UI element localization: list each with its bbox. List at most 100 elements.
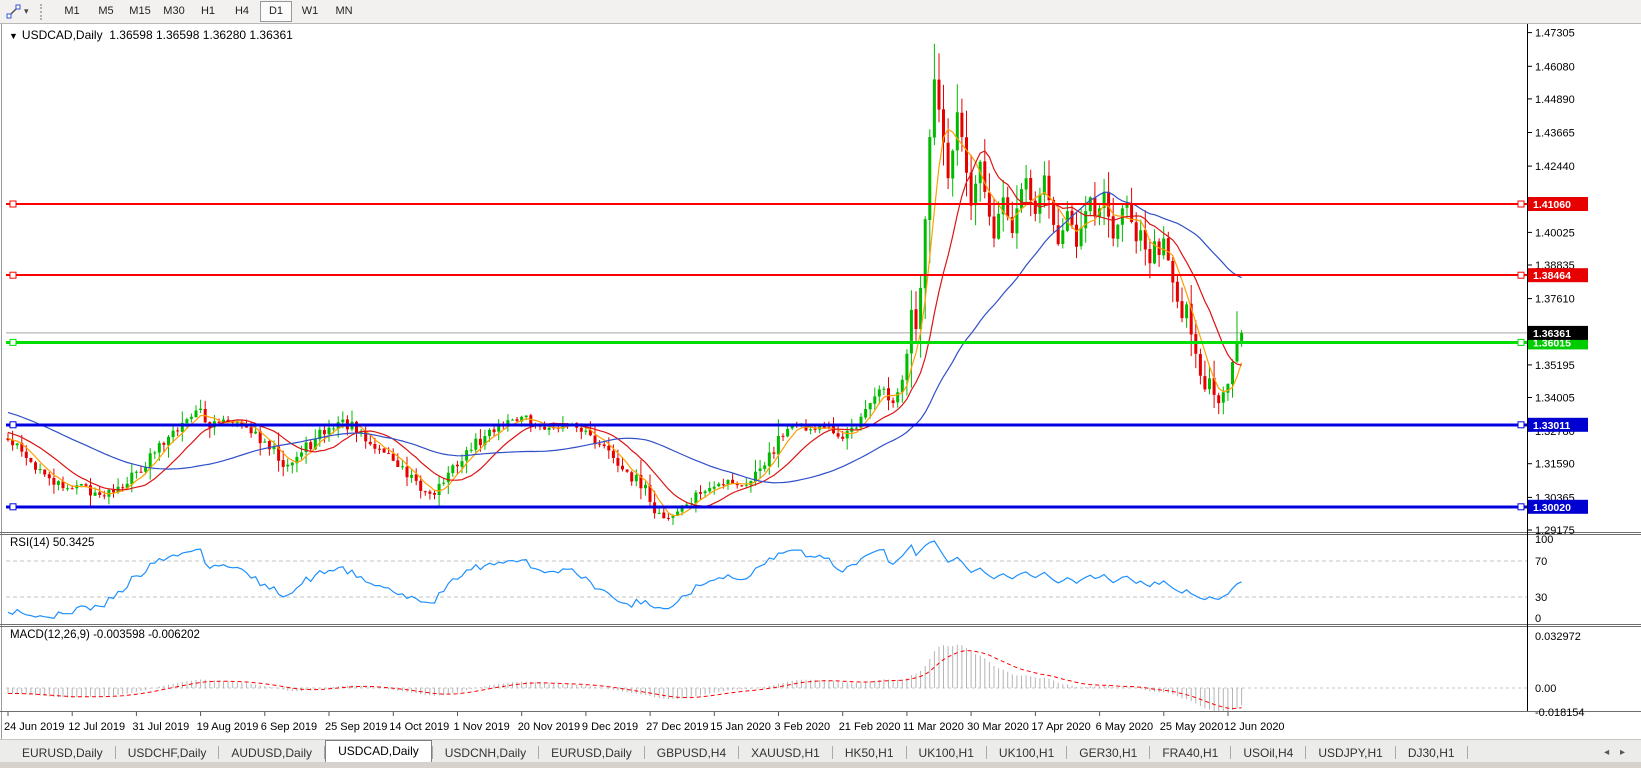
tab-UK100-H1[interactable]: UK100,H1 [907, 743, 986, 763]
trading-platform-window: { "toolbar": { "timeframes": ["M1","M5",… [0, 0, 1641, 768]
date-label: 30 Mar 2020 [967, 721, 1029, 733]
timeframe-button-MN[interactable]: MN [328, 1, 360, 22]
timeframe-button-H4[interactable]: H4 [226, 1, 258, 22]
tab-USOil-H4[interactable]: USOil,H4 [1231, 743, 1305, 763]
date-label: 24 Jun 2019 [4, 721, 65, 733]
tool-dropdown-arrow-icon[interactable]: ▾ [24, 6, 36, 17]
price-tick-label: 1.46080 [1535, 61, 1575, 73]
date-label: 3 Feb 2020 [775, 721, 831, 733]
hline-handle[interactable] [1517, 271, 1525, 279]
hline-handle[interactable] [9, 338, 17, 346]
tab-scroll-right-icon[interactable]: ▸ [1620, 747, 1625, 758]
toolbar-grip [40, 3, 47, 20]
hline-handle[interactable] [1517, 200, 1525, 208]
date-label: 6 Sep 2019 [261, 721, 317, 733]
date-label: 14 Oct 2019 [389, 721, 449, 733]
hline-handle[interactable] [1517, 421, 1525, 429]
tab-FRA40-H1[interactable]: FRA40,H1 [1150, 743, 1230, 763]
price-tick-label: 1.37610 [1535, 294, 1575, 306]
date-label: 12 Jun 2020 [1224, 721, 1285, 733]
date-label: 17 Apr 2020 [1031, 721, 1090, 733]
hline-handle[interactable] [9, 200, 17, 208]
chart-title-symbol: USDCAD,Daily [21, 28, 103, 42]
tab-GBPUSD-H4[interactable]: GBPUSD,H4 [645, 743, 738, 763]
price-tick-label: 1.47305 [1535, 28, 1575, 40]
date-label: 31 Jul 2019 [132, 721, 189, 733]
tab-DJ30-H1[interactable]: DJ30,H1 [1396, 743, 1467, 763]
tab-UK100-H1[interactable]: UK100,H1 [987, 743, 1066, 763]
price-badge-blue-2: 1.30020 [1528, 499, 1588, 514]
chart-background [0, 23, 1641, 739]
timeframe-button-M5[interactable]: M5 [90, 1, 122, 22]
date-label: 20 Nov 2019 [518, 721, 580, 733]
svg-text:1.36361: 1.36361 [1533, 328, 1571, 340]
macd-pane-label: MACD(12,26,9) -0.003598 -0.006202 [10, 629, 200, 641]
price-badge-current: 1.36361 [1528, 325, 1588, 340]
tab-AUDUSD-Daily[interactable]: AUDUSD,Daily [219, 743, 324, 763]
status-strip [0, 762, 1641, 768]
date-label: 25 May 2020 [1160, 721, 1224, 733]
timeframe-button-H1[interactable]: H1 [192, 1, 224, 22]
chart-tabs: EURUSD,Daily USDCHF,Daily AUDUSD,Daily USDC… [10, 740, 1468, 763]
tab-USDJPY-H1[interactable]: USDJPY,H1 [1306, 743, 1394, 763]
macd-axis-label: 0.032972 [1535, 631, 1581, 643]
price-badge-blue-1: 1.33011 [1528, 417, 1588, 432]
date-label: 27 Dec 2019 [646, 721, 708, 733]
rsi-axis-label: 0 [1535, 613, 1541, 625]
date-label: 15 Jan 2020 [710, 721, 771, 733]
hline-handle[interactable] [1517, 503, 1525, 511]
timeframe-button-W1[interactable]: W1 [294, 1, 326, 22]
symbol-dropdown-icon[interactable]: ▼ [9, 31, 18, 41]
price-tick-label: 1.40025 [1535, 227, 1575, 239]
date-label: 12 Jul 2019 [68, 721, 125, 733]
hline-handle[interactable] [9, 421, 17, 429]
price-tick-label: 1.42440 [1535, 161, 1575, 173]
timeframe-button-M30[interactable]: M30 [158, 1, 190, 22]
chart-title: ▼ USDCAD,Daily 1.36598 1.36598 1.36280 1.… [9, 28, 293, 42]
chart-canvas[interactable]: 1.47305 1.46080 1.44890 1.43665 1.42440 1.400… [0, 0, 1641, 739]
date-label: 21 Feb 2020 [839, 721, 901, 733]
price-badge-red-2: 1.38464 [1528, 268, 1588, 283]
hline-handle[interactable] [1517, 338, 1525, 346]
date-label: 11 Mar 2020 [903, 721, 964, 733]
rsi-pane-label: RSI(14) 50.3425 [10, 537, 95, 549]
macd-axis-label: 0.00 [1535, 683, 1556, 695]
svg-text:1.33011: 1.33011 [1533, 420, 1571, 432]
price-tick-label: 1.31590 [1535, 459, 1575, 471]
date-label: 25 Sep 2019 [325, 721, 387, 733]
tab-USDCHF-Daily[interactable]: USDCHF,Daily [116, 743, 219, 763]
price-tick-label: 1.44890 [1535, 94, 1575, 106]
tab-USDCAD-Daily[interactable]: USDCAD,Daily [325, 740, 432, 763]
rsi-axis-label: 70 [1535, 556, 1547, 568]
date-label: 6 May 2020 [1096, 721, 1153, 733]
chart-title-ohlc: 1.36598 1.36598 1.36280 1.36361 [109, 28, 293, 42]
chart-tabs-bar: EURUSD,Daily USDCHF,Daily AUDUSD,Daily USDC… [0, 739, 1641, 763]
tab-scroll-left-icon[interactable]: ◂ [1604, 747, 1609, 758]
tab-scroll-arrows[interactable]: ◂ ▸ [1596, 747, 1625, 758]
date-label: 1 Nov 2019 [454, 721, 510, 733]
hline-handle[interactable] [9, 503, 17, 511]
price-badge-red-1: 1.41060 [1528, 197, 1588, 211]
tab-EURUSD-Daily[interactable]: EURUSD,Daily [539, 743, 644, 763]
toolbar: ▾ M1 M5 M15 M30 H1 H4 D1 W1 MN [0, 0, 1641, 24]
date-label: 19 Aug 2019 [197, 721, 259, 733]
timeframe-buttons: M1 M5 M15 M30 H1 H4 D1 W1 MN [55, 0, 361, 23]
tab-GER30-H1[interactable]: GER30,H1 [1067, 743, 1149, 763]
price-tick-label: 1.43665 [1535, 128, 1575, 140]
timeframe-button-M15[interactable]: M15 [124, 1, 156, 22]
svg-text:1.41060: 1.41060 [1533, 199, 1571, 211]
tab-HK50-H1[interactable]: HK50,H1 [833, 743, 906, 763]
line-tools-icon[interactable] [4, 3, 24, 21]
price-tick-label: 1.34005 [1535, 393, 1575, 405]
timeframe-button-D1[interactable]: D1 [260, 1, 292, 22]
hline-handle[interactable] [9, 271, 17, 279]
svg-text:1.38464: 1.38464 [1533, 270, 1571, 282]
rsi-axis-label: 30 [1535, 592, 1547, 604]
timeframe-button-M1[interactable]: M1 [56, 1, 88, 22]
tab-USDCNH-Daily[interactable]: USDCNH,Daily [433, 743, 538, 763]
price-tick-label: 1.35195 [1535, 360, 1575, 372]
date-label: 9 Dec 2019 [582, 721, 638, 733]
tab-XAUUSD-H1[interactable]: XAUUSD,H1 [739, 743, 832, 763]
tab-EURUSD-Daily[interactable]: EURUSD,Daily [10, 743, 115, 763]
tab-divider [1466, 746, 1468, 759]
